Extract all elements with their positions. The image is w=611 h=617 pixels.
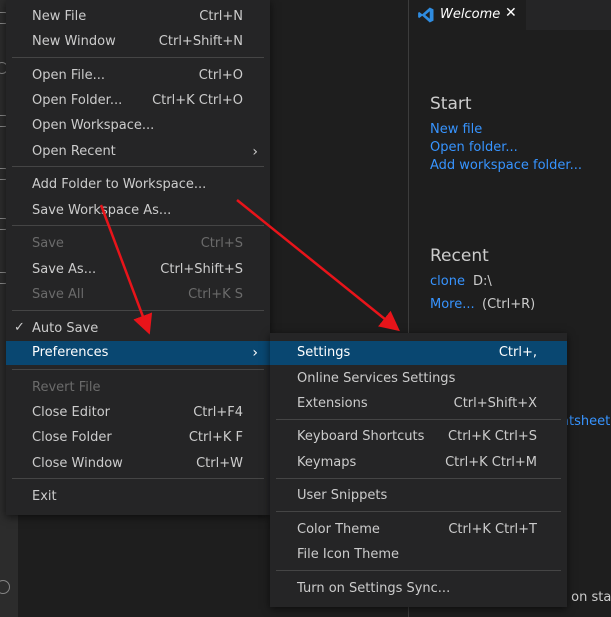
menu-item-online-services[interactable]: Online Services Settings (270, 367, 567, 391)
menu-item-open-folder[interactable]: Open Folder... Ctrl+K Ctrl+O (6, 89, 270, 113)
menu-item-save-as[interactable]: Save As... Ctrl+Shift+S (6, 258, 270, 282)
menu-separator (12, 57, 264, 58)
tab-welcome-label: Welcome (440, 7, 501, 22)
menu-item-new-file[interactable]: New File Ctrl+N (6, 5, 270, 29)
menu-item-new-window[interactable]: New Window Ctrl+Shift+N (6, 30, 270, 54)
menu-item-revert-file: Revert File (32, 380, 101, 395)
menu-item-file-icon-theme[interactable]: File Icon Theme (270, 543, 567, 567)
menu-item-keyboard-shortcuts[interactable]: Keyboard Shortcuts Ctrl+K Ctrl+S (270, 425, 567, 449)
menu-separator (276, 570, 561, 571)
menu-item-color-theme[interactable]: Color Theme Ctrl+K Ctrl+T (270, 518, 567, 542)
menu-separator (12, 369, 264, 370)
menu-item-open-file[interactable]: Open File... Ctrl+O (6, 64, 270, 88)
menu-separator (276, 478, 561, 479)
close-icon[interactable]: ✕ (505, 5, 517, 21)
menu-item-keymaps[interactable]: Keymaps Ctrl+K Ctrl+M (270, 451, 567, 475)
recent-item-clone[interactable]: clone (430, 274, 465, 289)
vscode-logo-icon (418, 7, 434, 23)
menu-item-save: Save Ctrl+S (32, 236, 243, 251)
menu-item-settings-sync[interactable]: Turn on Settings Sync... (270, 577, 567, 601)
menu-item-extensions[interactable]: Extensions Ctrl+Shift+X (270, 392, 567, 416)
recent-item-path: D:\ (473, 274, 492, 289)
more-recent-link[interactable]: More... (430, 297, 475, 312)
new-file-link[interactable]: New file (430, 122, 482, 137)
menu-item-preferences[interactable]: Preferences › (6, 341, 270, 365)
menu-item-close-editor[interactable]: Close Editor Ctrl+F4 (6, 401, 270, 425)
more-recent-shortcut: (Ctrl+R) (482, 297, 536, 312)
file-menu: New File Ctrl+N New Window Ctrl+Shift+N … (6, 0, 270, 515)
menu-item-save-workspace-as[interactable]: Save Workspace As... (6, 199, 270, 223)
tab-bar: Welcome ✕ (409, 0, 611, 30)
chevron-right-icon: › (252, 144, 258, 160)
menu-item-user-snippets[interactable]: User Snippets (270, 484, 567, 508)
tab-welcome[interactable]: Welcome ✕ (409, 0, 526, 30)
cheatsheet-link[interactable]: atsheet (561, 414, 610, 429)
menu-item-open-recent[interactable]: Open Recent › (6, 140, 270, 164)
menu-item-close-folder[interactable]: Close Folder Ctrl+K F (6, 426, 270, 450)
menu-separator (276, 511, 561, 512)
open-folder-link[interactable]: Open folder... (430, 140, 518, 155)
menu-separator (12, 225, 264, 226)
menu-separator (276, 419, 561, 420)
menu-item-exit[interactable]: Exit (6, 485, 270, 509)
recent-heading: Recent (430, 246, 489, 266)
menu-item-close-window[interactable]: Close Window Ctrl+W (6, 452, 270, 476)
menu-item-save-all: Save All Ctrl+K S (32, 287, 243, 302)
menu-separator (12, 166, 264, 167)
start-heading: Start (430, 94, 472, 114)
menu-item-open-workspace[interactable]: Open Workspace... (6, 114, 270, 138)
menu-item-settings[interactable]: Settings Ctrl+, (270, 341, 567, 365)
menu-separator (12, 310, 264, 311)
check-icon: ✓ (14, 320, 25, 335)
add-workspace-folder-link[interactable]: Add workspace folder... (430, 158, 582, 173)
account-icon[interactable] (0, 580, 10, 594)
menu-item-auto-save[interactable]: ✓ Auto Save (6, 317, 270, 341)
menu-item-add-folder[interactable]: Add Folder to Workspace... (6, 173, 270, 197)
chevron-right-icon: › (252, 345, 258, 361)
menu-separator (12, 478, 264, 479)
preferences-submenu: Settings Ctrl+, Online Services Settings… (270, 333, 567, 607)
